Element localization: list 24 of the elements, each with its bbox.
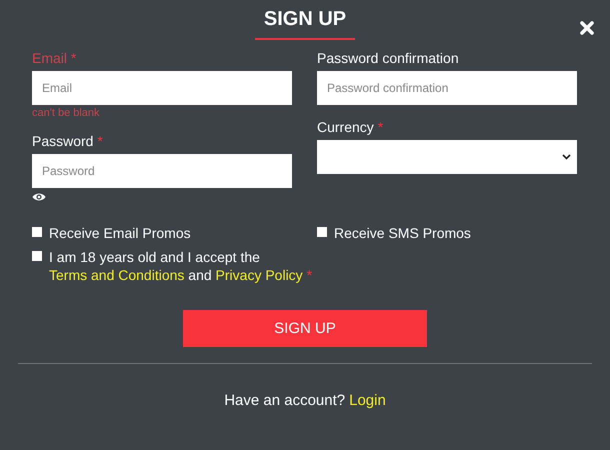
- dialog-title: SIGN UP: [255, 6, 355, 40]
- error-message: can't be blank: [32, 107, 100, 119]
- eye-icon[interactable]: [32, 192, 46, 202]
- checkbox-label: Receive SMS Promos: [334, 224, 471, 242]
- checkbox-label: Receive Email Promos: [49, 224, 191, 242]
- checkbox[interactable]: [317, 227, 327, 237]
- field-label: Password *: [32, 133, 103, 149]
- footer-text: Have an account?: [224, 392, 346, 409]
- checkbox[interactable]: [32, 251, 42, 261]
- terms-text: I am 18 years old and I accept the Terms and Conditions and Privacy Policy *: [49, 248, 314, 284]
- close-icon[interactable]: [580, 21, 594, 35]
- field-label: Password confirmation: [317, 50, 459, 66]
- terms-link[interactable]: Terms and Conditions: [49, 267, 184, 283]
- sign-up-button[interactable]: SIGN UP: [183, 310, 427, 347]
- field-label: Currency *: [317, 119, 384, 135]
- input-field[interactable]: Password confirmation: [317, 71, 577, 105]
- login-link[interactable]: Login: [349, 392, 386, 409]
- currency-select[interactable]: [317, 140, 577, 174]
- privacy-link[interactable]: Privacy Policy: [216, 267, 303, 283]
- input-field[interactable]: Email: [32, 71, 292, 105]
- checkbox[interactable]: [32, 227, 42, 237]
- field-label: Email *: [32, 50, 76, 66]
- input-field[interactable]: Password: [32, 154, 292, 188]
- chevron-down-icon: [562, 154, 571, 160]
